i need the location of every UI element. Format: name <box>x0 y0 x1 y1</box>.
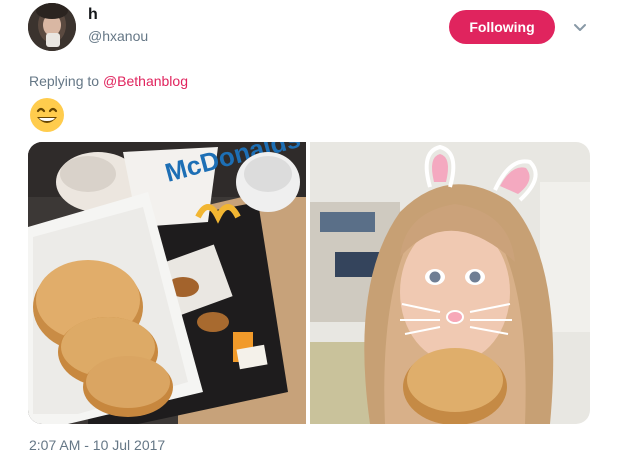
author-handle[interactable]: @hxanou <box>88 28 148 44</box>
author-display-name[interactable]: h <box>88 6 98 24</box>
reply-context: Replying to @Bethanblog <box>29 73 188 89</box>
author-avatar[interactable] <box>28 3 76 51</box>
following-button[interactable]: Following <box>449 10 555 44</box>
reply-to-link[interactable]: @Bethanblog <box>103 73 188 89</box>
grinning-face-emoji-icon <box>29 97 65 133</box>
tweet-timestamp[interactable]: 2:07 AM - 10 Jul 2017 <box>29 437 165 453</box>
chevron-down-icon[interactable] <box>571 18 589 36</box>
avatar-image <box>28 3 76 51</box>
mcdonalds-breakfast-tray-photo[interactable]: McDonalds <box>28 142 306 424</box>
reply-prefix: Replying to <box>29 73 100 89</box>
tweet-media: McDonalds <box>28 142 590 424</box>
selfie-with-bunny-filter-photo[interactable] <box>310 142 590 424</box>
